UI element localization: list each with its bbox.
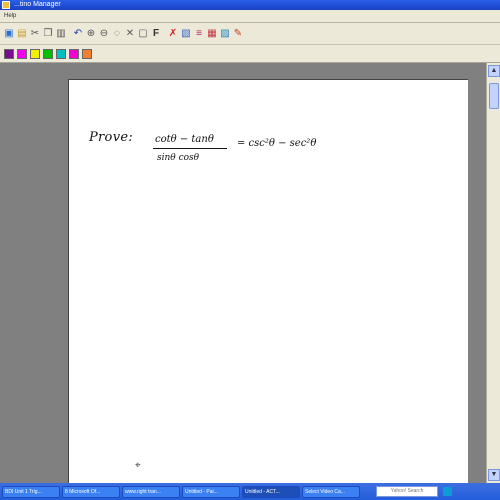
select-icon[interactable]: ≡	[193, 27, 205, 41]
prove-label: Prove:	[89, 130, 134, 145]
taskbar-item[interactable]: Select Video Ca...	[302, 485, 360, 498]
chart-icon[interactable]: ▨	[219, 27, 231, 41]
color-swatch[interactable]	[69, 48, 79, 59]
fraction-denominator: sinθ cosθ	[157, 153, 200, 163]
tray-icon[interactable]	[443, 487, 452, 496]
menu-bar: Help	[0, 10, 500, 23]
pen-icon[interactable]: ✎	[232, 27, 244, 41]
undo-icon[interactable]: ↶	[72, 27, 84, 41]
vertical-scrollbar[interactable]: ▲ ▼	[486, 63, 500, 483]
zoom-out-icon[interactable]: ⊖	[98, 27, 110, 41]
color-swatch[interactable]	[17, 48, 27, 59]
color-swatch[interactable]	[56, 48, 66, 59]
fraction-bar	[153, 148, 227, 149]
scroll-down-icon[interactable]: ▼	[488, 469, 500, 481]
zoom-in-icon[interactable]: ⊕	[85, 27, 97, 41]
toolbar: ▣ ▤ ✂ ❐ ▥ ↶ ⊕ ⊖ ◌ ✕ ▢ F ✗ ▧ ≡ ▦ ▨ ✎	[0, 23, 500, 45]
color-palette	[0, 45, 500, 63]
title-bar: ...tino Manager	[0, 0, 500, 10]
color-swatch[interactable]	[4, 48, 14, 59]
whiteboard-page[interactable]: Prove: cotθ − tanθ sinθ cosθ = csc²θ − s…	[68, 79, 468, 483]
equation-rhs: = csc²θ − sec²θ	[237, 138, 317, 149]
insert-icon[interactable]: ▢	[137, 27, 149, 41]
taskbar-item[interactable]: Untitled - Pai...	[182, 485, 240, 498]
toolbar-separator	[68, 27, 71, 41]
new-icon[interactable]: ▣	[3, 27, 15, 41]
taskbar-item[interactable]: BDI Unit 1 Trig...	[2, 485, 60, 498]
pen-cursor-icon: ⌖	[135, 460, 141, 471]
page-icon[interactable]: ▧	[180, 27, 192, 41]
image-icon[interactable]: ▦	[206, 27, 218, 41]
window-title: ...tino Manager	[14, 1, 61, 8]
scroll-thumb[interactable]	[489, 83, 499, 109]
scroll-up-icon[interactable]: ▲	[488, 65, 500, 77]
taskbar-item-active[interactable]: Untitled - ACT...	[242, 485, 300, 498]
fraction-numerator: cotθ − tanθ	[155, 134, 214, 145]
menu-help[interactable]: Help	[4, 13, 16, 19]
color-swatch[interactable]	[43, 48, 53, 59]
workspace: Prove: cotθ − tanθ sinθ cosθ = csc²θ − s…	[0, 63, 500, 483]
delete-icon[interactable]: ✕	[124, 27, 136, 41]
color-swatch[interactable]	[30, 48, 40, 59]
yahoo-search-box[interactable]: Yahoo! Search	[376, 486, 438, 497]
open-icon[interactable]: ▤	[16, 27, 28, 41]
taskbar: BDI Unit 1 Trig... 8 Microsoft Of... www…	[0, 483, 500, 500]
app-icon	[2, 1, 10, 9]
taskbar-item[interactable]: www.right tran...	[122, 485, 180, 498]
eraser-icon[interactable]: ✗	[167, 27, 179, 41]
clear-icon[interactable]: ◌	[111, 27, 123, 41]
paste-icon[interactable]: ▥	[55, 27, 67, 41]
cut-icon[interactable]: ✂	[29, 27, 41, 41]
copy-icon[interactable]: ❐	[42, 27, 54, 41]
toolbar-separator	[163, 27, 166, 41]
font-icon[interactable]: F	[150, 27, 162, 41]
color-swatch[interactable]	[82, 48, 92, 59]
taskbar-item[interactable]: 8 Microsoft Of...	[62, 485, 120, 498]
